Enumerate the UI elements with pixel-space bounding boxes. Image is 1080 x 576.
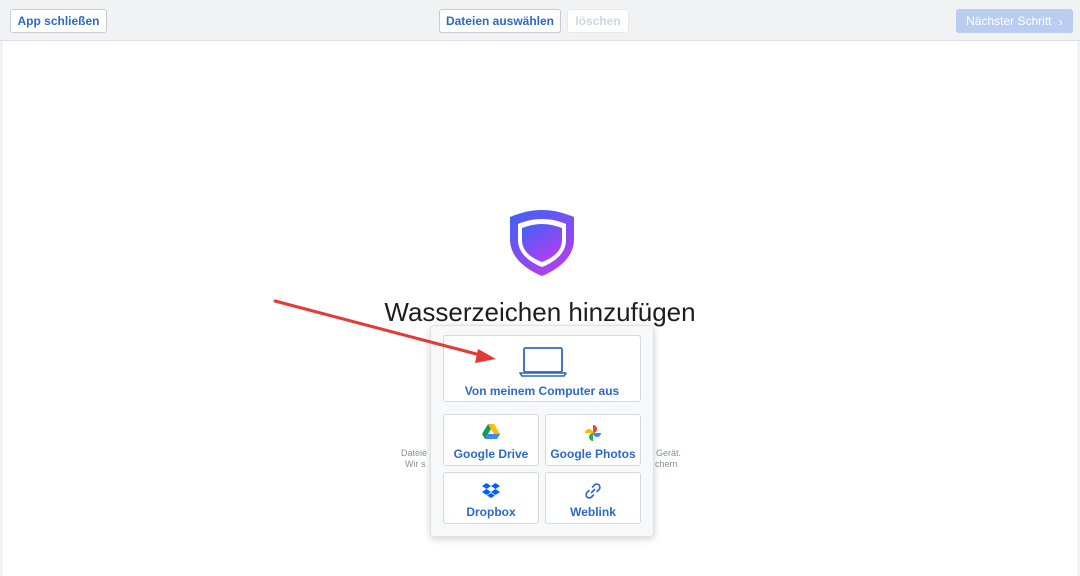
- top-toolbar: App schließen Dateien auswählen löschen …: [0, 0, 1080, 41]
- from-computer-button[interactable]: Von meinem Computer aus: [443, 335, 641, 402]
- shield-logo-icon: [510, 210, 574, 276]
- next-step-label: Nächster Schritt: [966, 14, 1052, 28]
- hint-text: chern: [655, 459, 678, 469]
- dropbox-button[interactable]: Dropbox: [443, 472, 539, 524]
- next-step-button[interactable]: Nächster Schritt ›: [956, 9, 1073, 33]
- chevron-right-icon: ›: [1058, 13, 1063, 29]
- close-app-button[interactable]: App schließen: [10, 9, 107, 33]
- link-icon: [585, 483, 601, 499]
- from-computer-label: Von meinem Computer aus: [464, 384, 620, 398]
- google-photos-label: Google Photos: [550, 447, 636, 461]
- hint-text: Dateie: [401, 448, 428, 458]
- hint-text: Gerät.: [656, 448, 682, 458]
- weblink-label: Weblink: [570, 505, 616, 519]
- google-drive-icon: [482, 424, 500, 439]
- select-files-button[interactable]: Dateien auswählen: [439, 9, 561, 33]
- dropbox-icon: [482, 483, 500, 498]
- google-photos-button[interactable]: Google Photos: [545, 414, 641, 466]
- source-picker-popup: Von meinem Computer aus Google Drive Goo…: [430, 325, 654, 537]
- weblink-button[interactable]: Weblink: [545, 472, 641, 524]
- page-title: Wasserzeichen hinzufügen: [384, 297, 696, 327]
- google-drive-label: Google Drive: [453, 447, 529, 461]
- dropbox-label: Dropbox: [466, 505, 516, 519]
- google-drive-button[interactable]: Google Drive: [443, 414, 539, 466]
- laptop-icon: [519, 347, 567, 377]
- google-photos-icon: [585, 425, 601, 441]
- hint-text: Wir s: [405, 459, 426, 469]
- delete-button[interactable]: löschen: [567, 9, 629, 33]
